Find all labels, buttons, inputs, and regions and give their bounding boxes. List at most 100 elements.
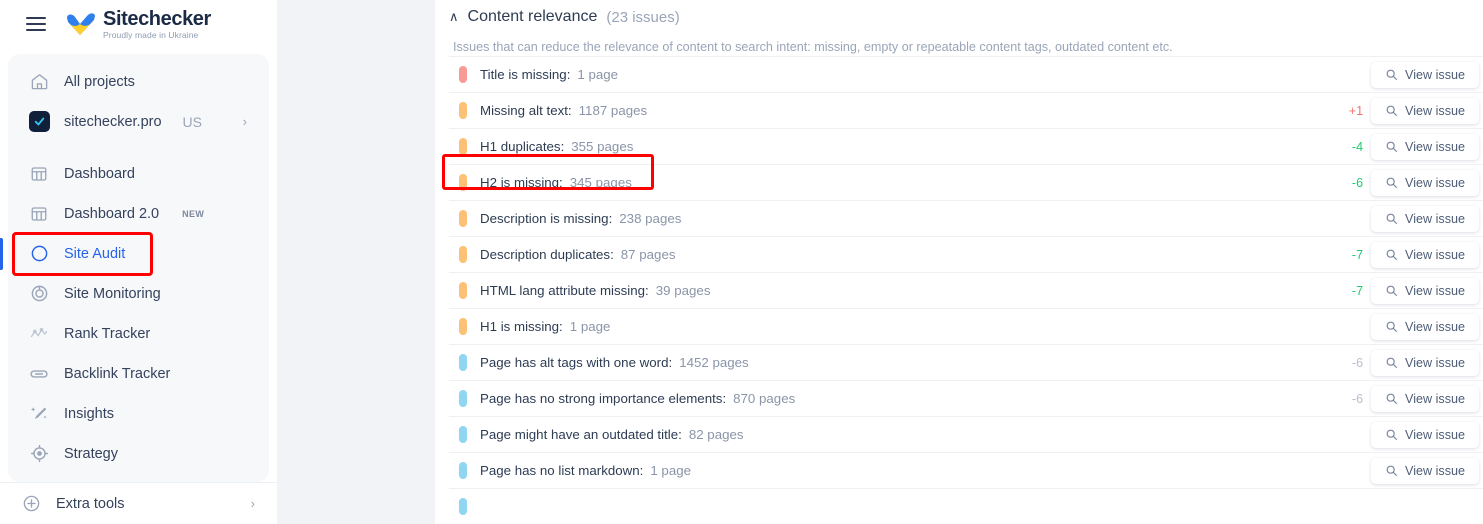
logo[interactable]: Sitechecker Proudly made in Ukraine [66, 9, 211, 40]
severity-indicator [459, 102, 467, 119]
hamburger-icon[interactable] [26, 16, 46, 31]
table-row[interactable]: Description duplicates: 87 pages -7 View is… [449, 236, 1483, 272]
sidebar-item-rank-tracker[interactable]: Rank Tracker [8, 314, 269, 354]
brand-row: Sitechecker Proudly made in Ukraine [0, 0, 277, 48]
sidebar-item-label: Backlink Tracker [64, 365, 171, 382]
view-issue-label: View issue [1405, 283, 1465, 298]
search-icon [1386, 285, 1398, 296]
sidebar-item-site-monitoring[interactable]: Site Monitoring [8, 274, 269, 314]
table-row[interactable]: Description is missing: 238 pages View iss… [449, 200, 1483, 236]
issue-list: Title is missing: 1 page View issue Missing… [435, 56, 1483, 524]
table-row[interactable]: H2 is missing: 345 pages -6 View issue [449, 164, 1483, 200]
table-row[interactable]: Title is missing: 1 page View issue [449, 56, 1483, 92]
view-issue-button[interactable]: View issue [1371, 349, 1479, 376]
chevron-up-icon[interactable]: ∧ [449, 10, 459, 23]
sidebar-item-extra-tools[interactable]: Extra tools › [0, 482, 277, 524]
search-icon [1386, 213, 1398, 224]
view-issue-button[interactable]: View issue [1371, 205, 1479, 232]
view-issue-label: View issue [1405, 427, 1465, 442]
issue-page-count: 82 pages [688, 427, 744, 442]
sidebar-item-project[interactable]: sitechecker.pro US › [8, 102, 269, 142]
severity-indicator [459, 354, 467, 371]
project-check-icon [28, 111, 50, 133]
issue-page-count: 1 page [569, 319, 611, 334]
new-badge: NEW [182, 208, 205, 219]
view-issue-label: View issue [1405, 175, 1465, 190]
issue-delta: -6 [1351, 391, 1364, 406]
severity-indicator [459, 390, 467, 407]
site-monitoring-icon [28, 283, 50, 305]
view-issue-button[interactable]: View issue [1371, 97, 1479, 124]
sidebar-item-label: Insights [64, 405, 114, 422]
issue-label: Title is missing: [480, 67, 571, 82]
view-issue-button[interactable]: View issue [1371, 241, 1479, 268]
sidebar-item-dashboard-2[interactable]: Dashboard 2.0 NEW [8, 194, 269, 234]
table-row[interactable]: Page has no list markdown: 1 page View iss… [449, 452, 1483, 488]
view-issue-label: View issue [1405, 463, 1465, 478]
search-icon [1386, 429, 1398, 440]
search-icon [1386, 141, 1398, 152]
view-issue-label: View issue [1405, 355, 1465, 370]
issue-delta: -6 [1351, 175, 1364, 190]
view-issue-button[interactable]: View issue [1371, 421, 1479, 448]
issue-label: Missing alt text: [480, 103, 572, 118]
view-issue-label: View issue [1405, 103, 1465, 118]
view-issue-button[interactable]: View issue [1371, 133, 1479, 160]
chevron-right-icon[interactable]: › [251, 496, 255, 511]
table-row[interactable] [449, 488, 1483, 524]
issue-label: H1 duplicates: [480, 139, 565, 154]
issue-label: Page has no list markdown: [480, 463, 644, 478]
search-icon [1386, 249, 1398, 260]
issue-label: Page has no strong importance elements: [480, 391, 727, 406]
issue-label: H2 is missing: [480, 175, 563, 190]
issue-delta: -7 [1351, 247, 1364, 262]
sidebar-item-label: Extra tools [56, 495, 125, 512]
chevron-right-icon[interactable]: › [243, 114, 247, 129]
sidebar-item-strategy[interactable]: Strategy [8, 434, 269, 474]
issue-label: Description duplicates: [480, 247, 614, 262]
table-row[interactable]: H1 is missing: 1 page View issue [449, 308, 1483, 344]
issue-page-count: 355 pages [571, 139, 634, 154]
view-issue-button[interactable]: View issue [1371, 61, 1479, 88]
table-row[interactable]: Missing alt text: 1187 pages +1 View issue [449, 92, 1483, 128]
issue-page-count: 1187 pages [578, 103, 648, 118]
view-issue-button[interactable]: View issue [1371, 313, 1479, 340]
table-row[interactable]: Page has alt tags with one word: 1452 pag… [449, 344, 1483, 380]
search-icon [1386, 465, 1398, 476]
issue-page-count: 1 page [577, 67, 619, 82]
sidebar-item-insights[interactable]: Insights [8, 394, 269, 434]
sidebar-item-backlink-tracker[interactable]: Backlink Tracker [8, 354, 269, 394]
view-issue-button[interactable]: View issue [1371, 169, 1479, 196]
issue-page-count: 1452 pages [679, 355, 749, 370]
link-icon [28, 363, 50, 385]
nav-divider-space [8, 142, 269, 154]
view-issue-button[interactable]: View issue [1371, 277, 1479, 304]
section-title: Content relevance [467, 8, 598, 25]
table-row[interactable]: Page might have an outdated title: 82 pag… [449, 416, 1483, 452]
brand-tagline: Proudly made in Ukraine [103, 29, 199, 40]
table-row[interactable]: H1 duplicates: 355 pages -4 View issue [449, 128, 1483, 164]
sidebar-item-site-audit[interactable]: Site Audit [0, 234, 269, 274]
sidebar-item-dashboard[interactable]: Dashboard [8, 154, 269, 194]
search-icon [1386, 357, 1398, 368]
section-header[interactable]: ∧ Content relevance (23 issues) [435, 0, 1483, 26]
table-row[interactable]: Page has no strong importance elements: 8… [449, 380, 1483, 416]
view-issue-button[interactable]: View issue [1371, 385, 1479, 412]
severity-indicator [459, 282, 467, 299]
search-icon [1386, 393, 1398, 404]
view-issue-button[interactable]: View issue [1371, 457, 1479, 484]
search-icon [1386, 177, 1398, 188]
sidebar-project-label: sitechecker.pro [64, 113, 162, 130]
section-description: Issues that can reduce the relevance of … [453, 40, 1173, 54]
severity-indicator [459, 66, 467, 83]
table-row[interactable]: HTML lang attribute missing: 39 pages -7 Vi… [449, 272, 1483, 308]
sidebar-item-label: Rank Tracker [64, 325, 151, 342]
view-issue-label: View issue [1405, 391, 1465, 406]
sidebar-item-all-projects[interactable]: All projects [8, 62, 269, 102]
issue-page-count: 39 pages [655, 283, 711, 298]
issue-page-count: 1 page [650, 463, 692, 478]
app-root: Sitechecker Proudly made in Ukraine All … [0, 0, 1483, 524]
severity-indicator [459, 210, 467, 227]
sidebar-item-label: Dashboard 2.0 [64, 205, 160, 222]
severity-indicator [459, 246, 467, 263]
